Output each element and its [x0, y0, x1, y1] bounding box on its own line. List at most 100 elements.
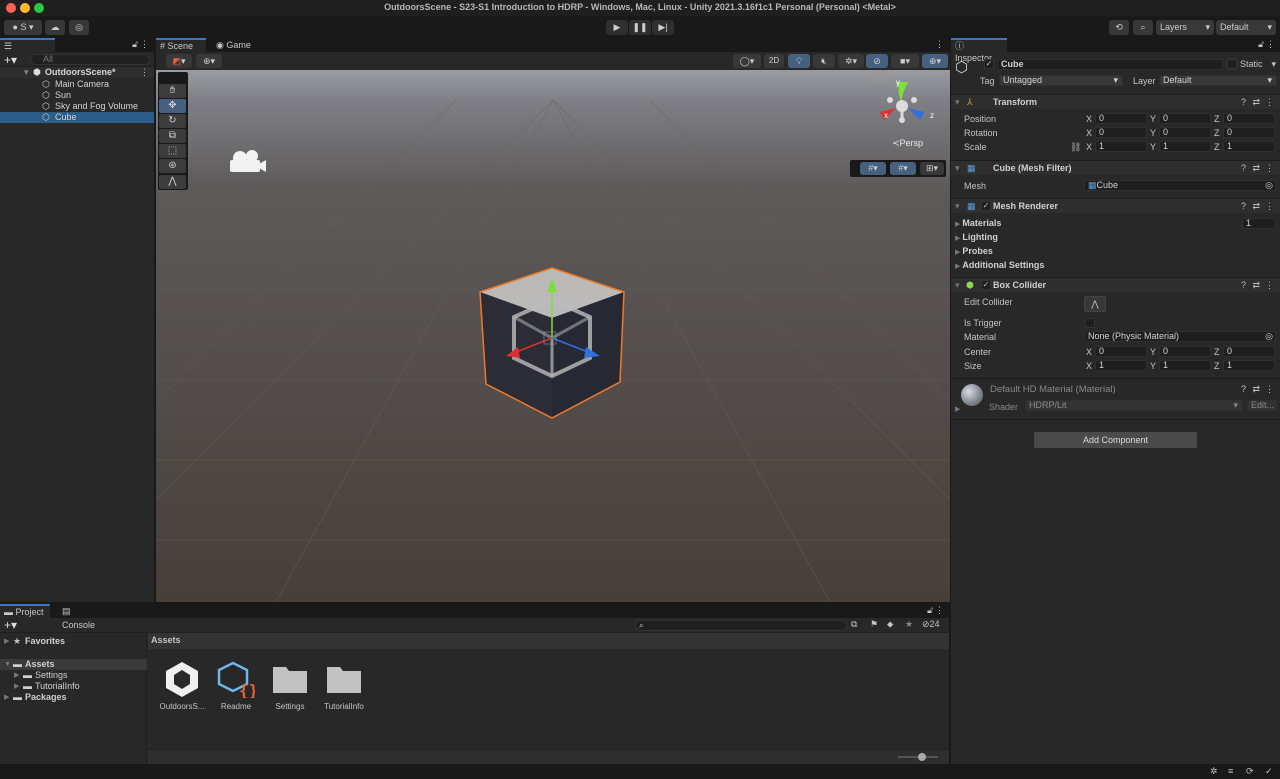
- mesh-object-field[interactable]: ▦Cube ◎: [1084, 180, 1276, 191]
- transform-header[interactable]: ▾ ⅄ Transform ? ⇄ ⋮: [951, 94, 1280, 109]
- help-icon[interactable]: ?: [1241, 163, 1246, 173]
- component-menu-icon[interactable]: ⋮: [1265, 97, 1274, 108]
- box-collider-enabled-checkbox[interactable]: ✓: [981, 280, 991, 290]
- foldout-arrow-icon[interactable]: ▾: [955, 201, 960, 212]
- tree-item[interactable]: ▶ ▬ TutorialInfo: [0, 681, 147, 692]
- auto-generate-lighting-icon[interactable]: ⟳: [1246, 766, 1254, 777]
- static-dropdown-icon[interactable]: ▾: [1271, 59, 1276, 70]
- expand-arrow-icon[interactable]: ▶: [14, 681, 19, 692]
- mesh-renderer-enabled-checkbox[interactable]: ✓: [981, 201, 991, 211]
- hierarchy-item[interactable]: ⬡ Sun: [0, 90, 154, 101]
- hidden-packages-toggle[interactable]: ⊘24: [922, 619, 940, 630]
- tab-hierarchy[interactable]: ☰ Hierarchy: [0, 38, 55, 63]
- presets-icon[interactable]: ⇄: [1252, 384, 1260, 395]
- expand-arrow-icon[interactable]: ▼: [4, 659, 11, 670]
- active-checkbox[interactable]: ✓: [984, 59, 994, 69]
- y-value-field[interactable]: 0: [1159, 127, 1211, 138]
- cloud-button[interactable]: ☁: [45, 20, 65, 35]
- increment-snap-dropdown[interactable]: ⊞▾: [920, 162, 944, 175]
- object-name-input[interactable]: Cube: [997, 59, 1223, 70]
- materials-count-field[interactable]: 1: [1242, 218, 1276, 229]
- expand-arrow-icon[interactable]: ▶: [14, 670, 19, 681]
- hand-tool[interactable]: ✋︎: [159, 84, 186, 98]
- constrain-proportions-icon[interactable]: ⛓︎: [1070, 142, 1081, 153]
- hierarchy-item[interactable]: ⬡ Sky and Fog Volume: [0, 101, 154, 112]
- foldout-arrow-icon[interactable]: ▾: [955, 97, 960, 108]
- x-value-field[interactable]: 1: [1095, 141, 1147, 152]
- x-value-field[interactable]: 0: [1095, 346, 1147, 357]
- camera-settings-dropdown[interactable]: ■▾: [891, 54, 919, 68]
- tree-item[interactable]: ▶ ▬ Packages: [0, 692, 147, 703]
- grid-snap-dropdown[interactable]: #▾: [890, 162, 916, 175]
- assets-breadcrumb[interactable]: Assets: [148, 633, 949, 649]
- edit-shader-button[interactable]: Edit...: [1247, 400, 1277, 411]
- toggle-2d-button[interactable]: 2D: [764, 54, 784, 68]
- scene-root-row[interactable]: ▾ ⬢ OutdoorsScene* ⋮: [0, 67, 154, 78]
- expand-arrow-icon[interactable]: ▾: [24, 67, 29, 78]
- rect-tool[interactable]: ⬚: [159, 144, 186, 158]
- foldout-additional-settings[interactable]: ▶ Additional Settings: [955, 260, 1044, 271]
- mesh-filter-header[interactable]: ▾ ▦ Cube (Mesh Filter) ? ⇄ ⋮: [951, 160, 1280, 175]
- undo-history-button[interactable]: ⟲: [1109, 20, 1129, 35]
- more-options-icon[interactable]: ⋮: [935, 39, 944, 50]
- box-collider-header[interactable]: ▾ ⬢ ✓ Box Collider ? ⇄ ⋮: [951, 277, 1280, 292]
- component-menu-icon[interactable]: ⋮: [1265, 384, 1274, 395]
- grid-visibility-dropdown[interactable]: #▾: [860, 162, 886, 175]
- icon-size-slider-thumb[interactable]: [918, 753, 926, 761]
- lock-icon[interactable]: 🔓︎: [132, 39, 138, 50]
- tab-project[interactable]: ▬ Project: [0, 604, 50, 618]
- static-checkbox[interactable]: [1227, 59, 1237, 69]
- y-value-field[interactable]: 1: [1159, 360, 1211, 371]
- help-icon[interactable]: ?: [1241, 384, 1246, 394]
- foldout-arrow-icon[interactable]: ▾: [955, 280, 960, 291]
- layer-dropdown[interactable]: Default ▾: [1159, 75, 1277, 86]
- component-menu-icon[interactable]: ⋮: [1265, 201, 1274, 212]
- gizmos-dropdown[interactable]: ⊕▾: [922, 54, 948, 68]
- mesh-renderer-header[interactable]: ▾ ▦ ✓ Mesh Renderer ? ⇄ ⋮: [951, 198, 1280, 213]
- z-value-field[interactable]: 0: [1223, 127, 1275, 138]
- tab-game[interactable]: ◉ Game: [212, 38, 257, 52]
- lock-icon[interactable]: 🔓︎: [1258, 39, 1264, 50]
- add-object-button[interactable]: +▾: [4, 53, 17, 67]
- create-asset-button[interactable]: +▾: [4, 618, 17, 632]
- effects-dropdown[interactable]: ✲▾: [838, 54, 864, 68]
- progress-check-icon[interactable]: ✓: [1265, 766, 1273, 777]
- layers-dropdown[interactable]: Layers ▾: [1156, 20, 1214, 35]
- foldout-arrow-icon[interactable]: ▶: [955, 405, 960, 413]
- foldout-lighting[interactable]: ▶ Lighting: [955, 232, 998, 243]
- scene-menu-icon[interactable]: ⋮: [140, 67, 149, 78]
- z-value-field[interactable]: 1: [1223, 360, 1275, 371]
- x-value-field[interactable]: 1: [1095, 360, 1147, 371]
- help-icon[interactable]: ?: [1241, 201, 1246, 211]
- presets-icon[interactable]: ⇄: [1252, 97, 1260, 108]
- expand-arrow-icon[interactable]: ▶: [4, 692, 9, 703]
- add-component-button[interactable]: Add Component: [1034, 432, 1197, 448]
- foldout-probes[interactable]: ▶ Probes: [955, 246, 993, 257]
- search-by-type-icon[interactable]: ⧉: [851, 619, 857, 630]
- draw-mode-dropdown[interactable]: ◩▾: [166, 54, 192, 68]
- custom-tool[interactable]: ⋀: [159, 175, 186, 189]
- rotate-tool[interactable]: ↻: [159, 114, 186, 128]
- shader-dropdown[interactable]: HDRP/Lit ▾: [1025, 400, 1243, 411]
- help-icon[interactable]: ?: [1241, 280, 1246, 290]
- favorite-star-icon[interactable]: ★: [905, 619, 913, 630]
- z-value-field[interactable]: 0: [1223, 113, 1275, 124]
- more-options-icon[interactable]: ⋮: [935, 605, 944, 616]
- help-icon[interactable]: ?: [1241, 97, 1246, 107]
- lighting-toggle[interactable]: 💡︎: [788, 54, 810, 68]
- is-trigger-checkbox[interactable]: [1085, 318, 1095, 328]
- audio-toggle[interactable]: 🔇︎: [813, 54, 835, 68]
- global-local-dropdown[interactable]: ⊕▾: [196, 54, 222, 68]
- projection-toggle[interactable]: ≺Persp: [892, 138, 923, 149]
- physic-material-field[interactable]: None (Physic Material) ◎: [1084, 331, 1276, 342]
- move-tool[interactable]: ✥: [159, 99, 186, 113]
- object-picker-icon[interactable]: ◎: [1265, 181, 1273, 190]
- x-value-field[interactable]: 0: [1095, 113, 1147, 124]
- foldout-arrow-icon[interactable]: ▾: [955, 163, 960, 174]
- step-button[interactable]: ▶|: [652, 20, 674, 35]
- layout-dropdown[interactable]: Default ▾: [1216, 20, 1276, 35]
- search-by-label-icon[interactable]: ⬥: [887, 619, 893, 630]
- scale-tool[interactable]: ⧉: [159, 129, 186, 143]
- x-value-field[interactable]: 0: [1095, 127, 1147, 138]
- play-button[interactable]: ▶: [606, 20, 628, 35]
